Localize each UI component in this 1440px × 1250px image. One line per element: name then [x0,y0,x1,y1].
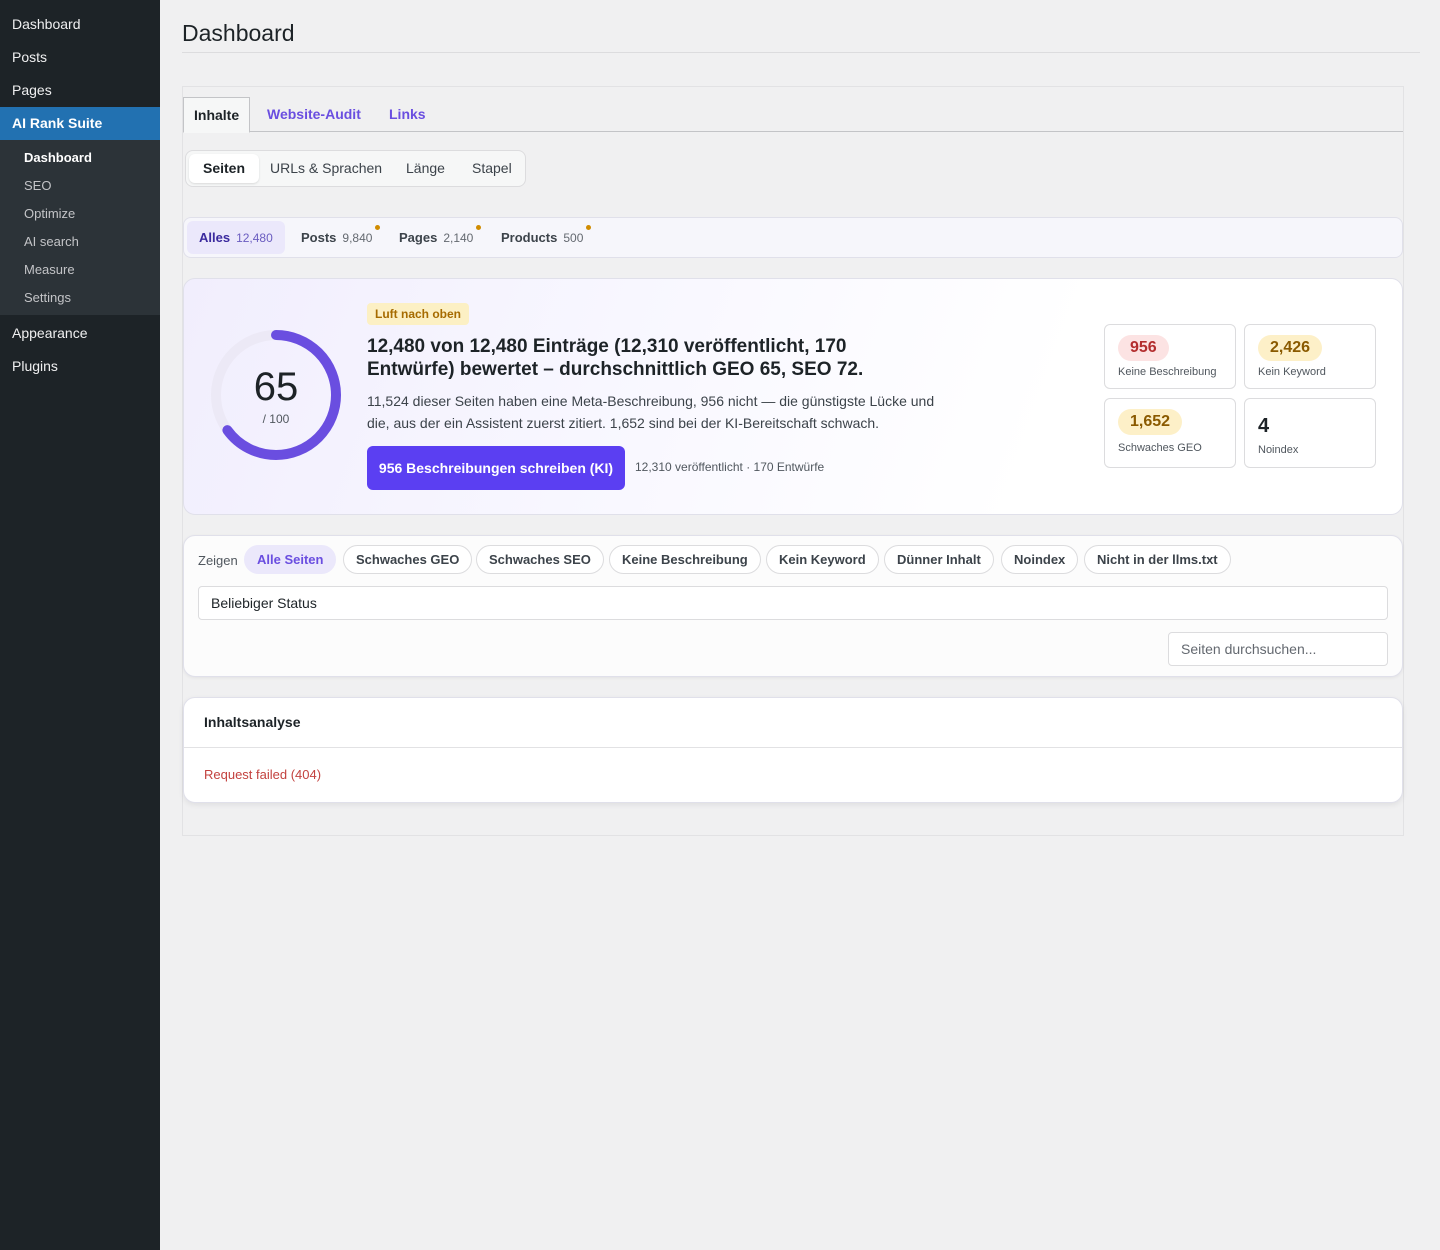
stat-label: Kein Keyword [1258,366,1326,378]
status-badge: Luft nach oben [367,303,469,325]
sidebar-submenu: Dashboard SEO Optimize AI search Measure… [0,140,160,315]
post-type-filter: Alles 12,480 Posts 9,840 Pages 2,140 Produc… [183,217,1403,258]
type-filter-products[interactable]: Products 500 [489,221,595,254]
search-input[interactable] [1168,632,1388,666]
stat-value: 956 [1118,335,1169,361]
submenu-item-optimize[interactable]: Optimize [0,200,160,228]
write-descriptions-button[interactable]: 956 Beschreibungen schreiben (KI) [367,446,625,490]
content-analysis-header: Inhaltsanalyse [184,698,1402,748]
type-filter-alles[interactable]: Alles 12,480 [187,221,285,254]
type-label: Alles [199,230,231,245]
stat-label: Schwaches GEO [1118,442,1202,454]
page-title: Dashboard [182,20,295,46]
segment-seiten[interactable]: Seiten [189,154,260,183]
content-analysis-card: Inhaltsanalyse Request failed (404) [183,697,1403,803]
segment-urls-sprachen[interactable]: URLs & Sprachen [256,154,396,183]
dashboard-panel: Inhalte Website-Audit Links Seiten URLs … [182,86,1404,836]
show-label: Zeigen [198,553,238,568]
sidebar-item-appearance[interactable]: Appearance [0,317,160,350]
stat-value: 2,426 [1258,335,1323,361]
attention-dot-icon [476,225,481,230]
error-message: Request failed (404) [204,767,322,782]
stat-value: 1,652 [1118,409,1183,435]
title-divider [182,52,1420,53]
type-filter-posts[interactable]: Posts 9,840 [289,221,384,254]
type-count: 12,480 [236,231,273,245]
tab-website-audit[interactable]: Website-Audit [267,97,361,132]
filter-chip-duenner-inhalt[interactable]: Dünner Inhalt [884,545,994,574]
type-count: 500 [563,231,584,245]
sidebar-item-pages[interactable]: Pages [0,74,160,107]
score-max: / 100 [262,412,290,426]
type-filter-pages[interactable]: Pages 2,140 [387,221,485,254]
stat-no-keyword[interactable]: 2,426 Kein Keyword [1244,324,1376,389]
summary-description: 11,524 dieser Seiten haben eine Meta-Bes… [367,393,935,431]
tab-links[interactable]: Links [389,97,426,132]
attention-dot-icon [375,225,380,230]
content-segmented-control: Seiten URLs & Sprachen Länge Stapel [185,150,526,187]
sidebar-item-dashboard[interactable]: Dashboard [0,8,160,41]
submenu-item-settings[interactable]: Settings [0,284,160,312]
filter-chip-kein-keyword[interactable]: Kein Keyword [766,545,879,574]
stat-label: Noindex [1258,444,1299,456]
admin-sidebar: Dashboard Posts Pages AI Rank Suite Dash… [0,0,160,1250]
type-count: 2,140 [443,231,474,245]
submenu-item-measure[interactable]: Measure [0,256,160,284]
score-summary-card: 65 / 100 Luft nach oben 12,480 von 12,48… [183,278,1403,515]
filter-chip-keine-beschreibung[interactable]: Keine Beschreibung [609,545,761,574]
tab-inhalte[interactable]: Inhalte [183,97,251,133]
sidebar-item-plugins[interactable]: Plugins [0,350,160,383]
type-label: Pages [399,230,438,245]
type-label: Products [501,230,558,245]
stat-value: 4 [1258,415,1270,437]
sidebar-item-ai-rank-suite[interactable]: AI Rank Suite [0,107,160,140]
submenu-item-dashboard[interactable]: Dashboard [0,144,160,172]
score-value: 65 [253,365,299,409]
stat-weak-geo[interactable]: 1,652 Schwaches GEO [1104,398,1236,468]
attention-dot-icon [586,225,591,230]
segment-laenge[interactable]: Länge [392,154,459,183]
stat-label: Keine Beschreibung [1118,366,1217,378]
filter-chip-alle-seiten[interactable]: Alle Seiten [244,545,337,574]
submenu-item-seo[interactable]: SEO [0,172,160,200]
publish-status-meta: 12,310 veröffentlicht · 170 Entwürfe [635,460,825,474]
primary-tabs: Inhalte Website-Audit Links [183,97,1403,133]
type-count: 9,840 [342,231,373,245]
segment-stapel[interactable]: Stapel [458,154,526,183]
filter-chip-noindex[interactable]: Noindex [1001,545,1079,574]
type-label: Posts [301,230,337,245]
filter-chip-schwaches-seo[interactable]: Schwaches SEO [476,545,604,574]
filter-chip-llms-txt[interactable]: Nicht in der llms.txt [1084,545,1231,574]
stat-no-description[interactable]: 956 Keine Beschreibung [1104,324,1236,389]
submenu-item-ai-search[interactable]: AI search [0,228,160,256]
stat-noindex[interactable]: 4 Noindex [1244,398,1376,468]
sidebar-item-posts[interactable]: Posts [0,41,160,74]
summary-headline: 12,480 von 12,480 Einträge (12,310 veröf… [367,336,864,380]
content-analysis-title: Inhaltsanalyse [204,714,301,730]
page-filter-card: Zeigen Alle Seiten Schwaches GEO Schwach… [183,535,1403,677]
filter-chip-schwaches-geo[interactable]: Schwaches GEO [343,545,473,574]
status-select[interactable]: Beliebiger Status [198,586,1388,620]
